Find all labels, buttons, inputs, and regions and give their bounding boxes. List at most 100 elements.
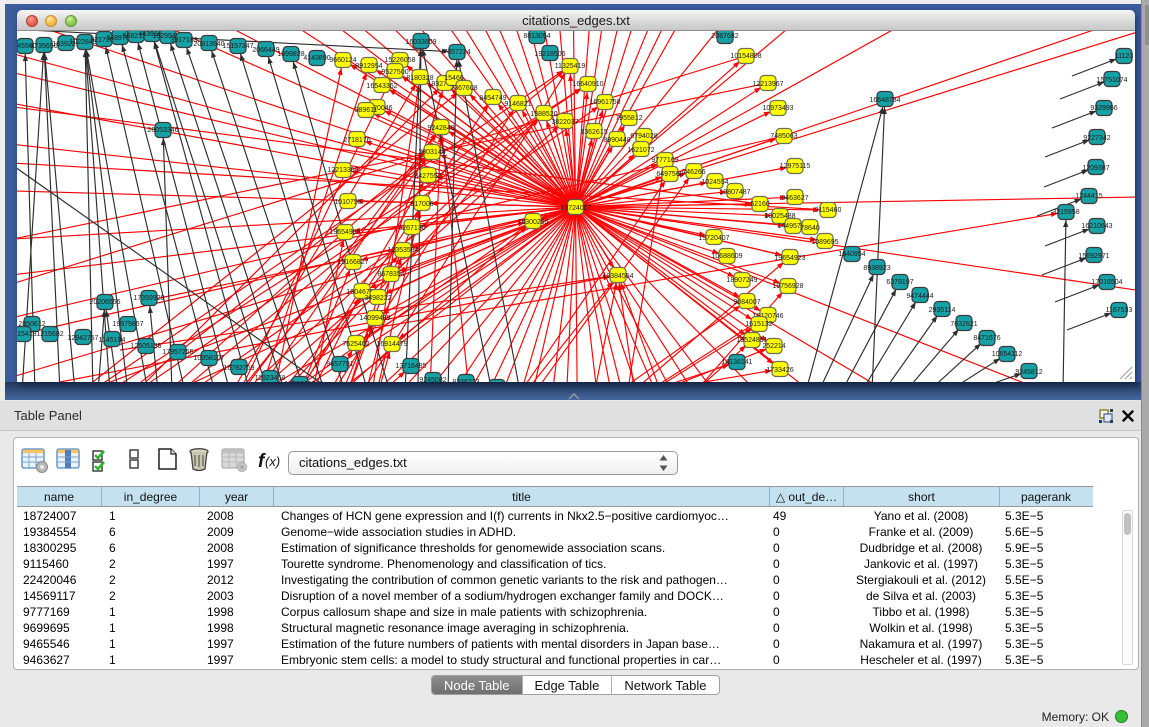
svg-text:12213369: 12213369 [327, 167, 358, 174]
svg-text:7625402: 7625402 [342, 341, 369, 348]
svg-text:9657791: 9657791 [326, 361, 353, 368]
svg-text:19218506: 19218506 [534, 51, 565, 58]
svg-text:62160: 62160 [750, 201, 770, 208]
svg-text:1167533: 1167533 [1106, 307, 1133, 314]
svg-text:8938923: 8938923 [863, 265, 890, 272]
svg-text:16961758: 16961758 [589, 99, 620, 106]
svg-text:19654923: 19654923 [774, 255, 805, 262]
svg-text:746266: 746266 [682, 169, 705, 176]
svg-text:1615132: 1615132 [745, 321, 772, 328]
svg-text:14099489: 14099489 [359, 315, 390, 322]
svg-text:9242848: 9242848 [427, 125, 454, 132]
svg-text:7955812: 7955812 [615, 115, 642, 122]
svg-text:10688609: 10688609 [711, 253, 742, 260]
svg-text:11325419: 11325419 [555, 63, 586, 70]
svg-text:17956909: 17956909 [284, 381, 315, 382]
svg-text:17359928: 17359928 [133, 295, 164, 302]
svg-text:20206556: 20206556 [89, 299, 120, 306]
svg-text:8912954: 8912954 [355, 63, 382, 70]
svg-text:8427552: 8427552 [414, 173, 441, 180]
svg-text:3215958: 3215958 [1052, 209, 1079, 216]
svg-text:9115460: 9115460 [815, 207, 842, 214]
svg-text:989611: 989611 [355, 107, 378, 114]
svg-text:4143890: 4143890 [303, 55, 330, 62]
svg-text:12505135: 12505135 [130, 343, 161, 350]
svg-text:1588520: 1588520 [530, 111, 557, 118]
svg-text:14136141: 14136141 [721, 359, 752, 366]
svg-text:9084007: 9084007 [733, 299, 760, 306]
svg-text:1244415: 1244415 [1075, 193, 1102, 200]
svg-text:8267130: 8267130 [398, 225, 425, 232]
svg-text:7485063: 7485063 [770, 133, 797, 140]
svg-text:11923468: 11923468 [255, 375, 286, 382]
svg-text:17957255: 17957255 [162, 349, 193, 356]
svg-text:2718176: 2718176 [343, 137, 370, 144]
svg-text:16210643: 16210643 [1081, 223, 1112, 230]
svg-text:10654112: 10654112 [992, 351, 1023, 358]
svg-text:8336273: 8336273 [452, 379, 479, 382]
svg-text:16914479: 16914479 [376, 341, 407, 348]
svg-text:12942757: 12942757 [67, 335, 98, 342]
svg-text:10154808: 10154808 [730, 53, 761, 60]
svg-text:1024554: 1024554 [701, 179, 728, 186]
svg-text:252214: 252214 [762, 343, 785, 350]
svg-text:7357224: 7357224 [443, 49, 470, 56]
svg-text:15226058: 15226058 [384, 57, 415, 64]
svg-text:15751074: 15751074 [1096, 77, 1127, 84]
svg-text:8454749: 8454749 [479, 95, 506, 102]
svg-text:9463627: 9463627 [781, 195, 808, 202]
svg-text:6379197: 6379197 [886, 279, 913, 286]
svg-text:9777169: 9777169 [651, 157, 678, 164]
svg-text:10807487: 10807487 [719, 189, 750, 196]
svg-text:19384554: 19384554 [602, 273, 633, 280]
svg-text:16543362: 16543362 [366, 83, 397, 90]
svg-text:28053346: 28053346 [147, 127, 178, 134]
svg-text:9245812: 9245812 [1015, 369, 1042, 376]
svg-text:1209387: 1209387 [1082, 165, 1109, 172]
svg-text:13716485: 13716485 [395, 363, 426, 370]
svg-text:15720407: 15720407 [698, 235, 729, 242]
svg-text:12975115: 12975115 [780, 163, 811, 170]
svg-text:16782759: 16782759 [223, 365, 254, 372]
svg-text:917006: 917006 [410, 201, 433, 208]
svg-text:3498222: 3498222 [364, 295, 391, 302]
svg-text:19756928: 19756928 [772, 283, 803, 290]
svg-text:19654985: 19654985 [329, 229, 360, 236]
svg-text:12353594: 12353594 [387, 247, 418, 254]
svg-text:19975867: 19975867 [112, 321, 143, 328]
svg-text:18724007: 18724007 [560, 205, 591, 212]
svg-text:1621072: 1621072 [627, 147, 654, 154]
svg-text:1089695: 1089695 [811, 239, 838, 246]
svg-text:1733426: 1733426 [766, 367, 793, 374]
svg-text:9474444: 9474444 [906, 293, 933, 300]
svg-text:15692971: 15692971 [1078, 253, 1109, 260]
svg-text:2066449: 2066449 [252, 47, 279, 54]
svg-text:16640910: 16640910 [572, 81, 603, 88]
svg-text:8813054: 8813054 [523, 33, 550, 40]
svg-text:2087682: 2087682 [711, 33, 738, 40]
svg-text:9245082: 9245082 [419, 377, 446, 382]
svg-text:11123: 11123 [1115, 53, 1134, 60]
svg-text:10973493: 10973493 [762, 105, 793, 112]
svg-text:3915413: 3915413 [17, 331, 37, 338]
svg-text:16033809: 16033809 [405, 39, 436, 46]
svg-text:1010755: 1010755 [334, 199, 361, 206]
svg-text:8471676: 8471676 [973, 335, 1000, 342]
svg-text:9329966: 9329966 [1090, 105, 1117, 112]
svg-text:8990448: 8990448 [603, 137, 630, 144]
svg-text:1999828: 1999828 [277, 51, 304, 58]
svg-text:2935114: 2935114 [929, 307, 956, 314]
svg-text:16648784: 16648784 [869, 97, 900, 104]
svg-text:3822037: 3822037 [551, 119, 578, 126]
svg-text:12213967: 12213967 [752, 81, 783, 88]
svg-text:6497568: 6497568 [656, 171, 683, 178]
svg-text:78640: 78640 [800, 225, 820, 232]
svg-text:1145194: 1145194 [99, 337, 126, 344]
svg-text:6794028: 6794028 [630, 133, 657, 140]
svg-text:8678354: 8678354 [377, 271, 404, 278]
svg-text:2367608: 2367608 [450, 85, 477, 92]
svg-text:9227342: 9227342 [1083, 135, 1110, 142]
svg-text:(x): (x) [265, 454, 280, 469]
svg-text:15157347: 15157347 [222, 43, 253, 50]
svg-text:7632621: 7632621 [950, 321, 977, 328]
